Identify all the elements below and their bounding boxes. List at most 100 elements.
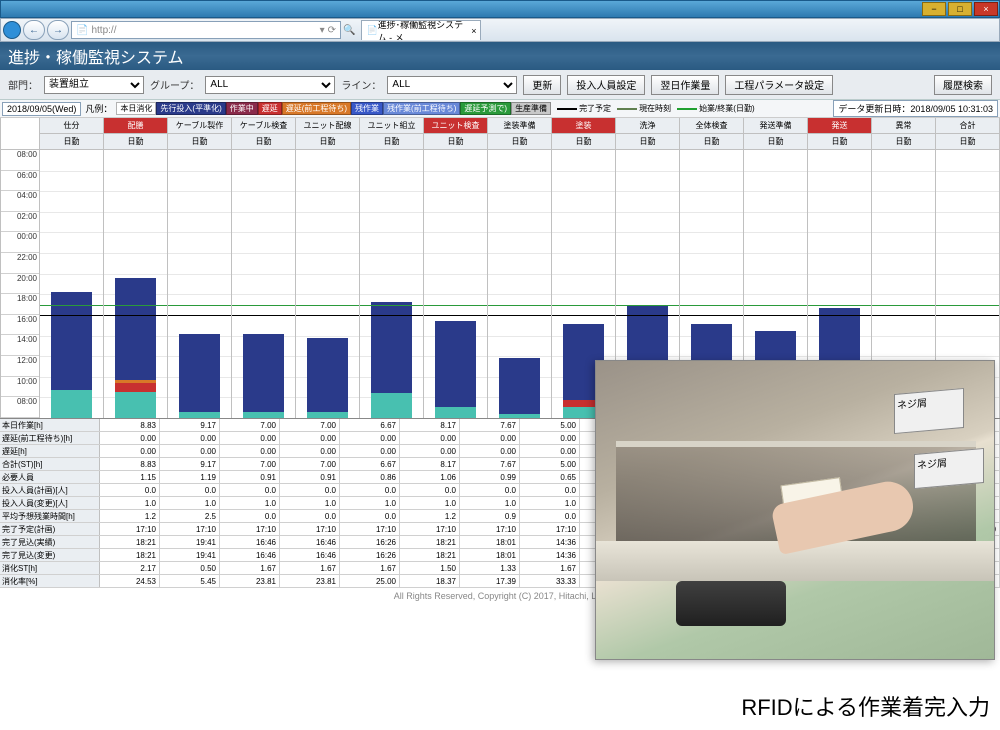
data-cell: 0.00 [340,432,400,444]
nextday-button[interactable]: 翌日作業量 [651,75,719,95]
maximize-button[interactable]: □ [948,2,972,16]
data-cell: 0.00 [160,432,220,444]
process-header: 全体検査 [680,118,743,134]
shift-header: 日勤 [296,134,359,150]
update-button[interactable]: 更新 [523,75,561,95]
line-select[interactable]: ALL [387,76,517,94]
row-label: 必要人員 [0,471,100,483]
search-icon[interactable]: 🔍 [343,25,355,36]
row-label: 完了予定(計画) [0,523,100,535]
data-cell: 14:36 [520,549,580,561]
hour-label: 12:00 [1,356,39,377]
shift-header: 日勤 [936,134,999,150]
process-header: 仕分 [40,118,103,134]
legend-line: 始業/終業(日勤) [677,103,755,114]
data-cell: 16:46 [220,536,280,548]
data-cell: 8.17 [400,419,460,431]
data-cell: 18:01 [460,536,520,548]
hour-label: 04:00 [1,191,39,212]
data-cell: 18.37 [400,575,460,587]
legend-tag: 残作業(前工程待ち) [383,102,460,115]
process-column: ユニット検査日勤 [424,118,488,418]
row-label: 投入人員(変更)[人] [0,497,100,509]
data-cell: 1.19 [160,471,220,483]
process-header: 異常 [872,118,935,134]
browser-toolbar: ← → 📄 http:// ▾ ⟳ 🔍 📄 進捗･稼働監視システム - メ… × [0,18,1000,42]
minimize-button[interactable]: − [922,2,946,16]
data-cell: 1.0 [520,497,580,509]
data-cell: 9.17 [160,419,220,431]
data-cell: 7.67 [460,458,520,470]
process-column: ユニット配線日勤 [296,118,360,418]
data-cell: 0.0 [340,510,400,522]
hour-label: 22:00 [1,253,39,274]
shift-header: 日勤 [680,134,743,150]
data-cell: 0.0 [160,484,220,496]
data-cell: 0.65 [520,471,580,483]
data-cell: 17.39 [460,575,520,587]
process-header: 発送 [808,118,871,134]
data-cell: 2.5 [160,510,220,522]
data-cell: 33.33 [520,575,580,587]
data-cell: 0.00 [520,432,580,444]
url-dropdown-icon[interactable]: ▾ [320,25,325,36]
process-column: 塗装準備日勤 [488,118,552,418]
photo-caption: RFIDによる作業着完入力 [741,690,990,722]
data-cell: 0.0 [220,484,280,496]
data-cell: 1.50 [400,562,460,574]
data-cell: 18:21 [400,536,460,548]
shift-header: 日勤 [552,134,615,150]
hour-label: 02:00 [1,212,39,233]
row-label: 本日作業[h] [0,419,100,431]
data-cell: 1.0 [340,497,400,509]
tab-title: 進捗･稼働監視システム - メ… [378,20,472,40]
process-column: ユニット組立日勤 [360,118,424,418]
legend-tag: 作業中 [226,102,258,115]
data-cell: 0.0 [220,510,280,522]
data-cell: 0.50 [160,562,220,574]
data-cell: 8.17 [400,458,460,470]
data-cell: 0.0 [520,510,580,522]
chart-cell [104,150,167,418]
data-cell: 25.00 [340,575,400,587]
data-cell: 1.0 [220,497,280,509]
data-cell: 17:10 [220,523,280,535]
data-cell: 1.33 [460,562,520,574]
data-cell: 5.45 [160,575,220,587]
data-cell: 5.00 [520,458,580,470]
data-cell: 16:46 [280,536,340,548]
legend-tag: 生産準備 [511,102,551,115]
row-label: 遅延[h] [0,445,100,457]
data-cell: 1.67 [520,562,580,574]
row-label: 消化ST[h] [0,562,100,574]
process-column: 仕分日勤 [40,118,104,418]
data-cell: 0.0 [460,484,520,496]
history-button[interactable]: 履歴検索 [934,75,992,95]
browser-tab[interactable]: 📄 進捗･稼働監視システム - メ… × [361,20,481,40]
shift-header: 日勤 [232,134,295,150]
dept-select[interactable]: 装置組立 [44,76,144,94]
process-header: ケーブル製作 [168,118,231,134]
forward-button[interactable]: → [47,20,69,40]
row-label: 完了見込(変更) [0,549,100,561]
address-bar[interactable]: 📄 http:// ▾ ⟳ [71,21,341,39]
data-cell: 1.67 [340,562,400,574]
close-button[interactable]: × [974,2,998,16]
legend-tag: 本日消化 [116,102,156,115]
data-cell: 0.00 [400,432,460,444]
tab-close-icon[interactable]: × [471,26,476,36]
staff-button[interactable]: 投入人員設定 [567,75,645,95]
back-button[interactable]: ← [23,20,45,40]
refresh-icon[interactable]: ⟳ [328,25,336,36]
data-cell: 0.00 [160,445,220,457]
data-cell: 16:46 [220,549,280,561]
row-label: 消化率[%] [0,575,100,587]
data-cell: 23.81 [220,575,280,587]
data-cell: 8.83 [100,419,160,431]
param-button[interactable]: 工程パラメータ設定 [725,75,833,95]
rfid-photo: ネジ屑 ネジ屑 [595,360,995,660]
hour-label: 00:00 [1,232,39,253]
shift-header: 日勤 [808,134,871,150]
group-select[interactable]: ALL [205,76,335,94]
data-cell: 1.2 [400,510,460,522]
